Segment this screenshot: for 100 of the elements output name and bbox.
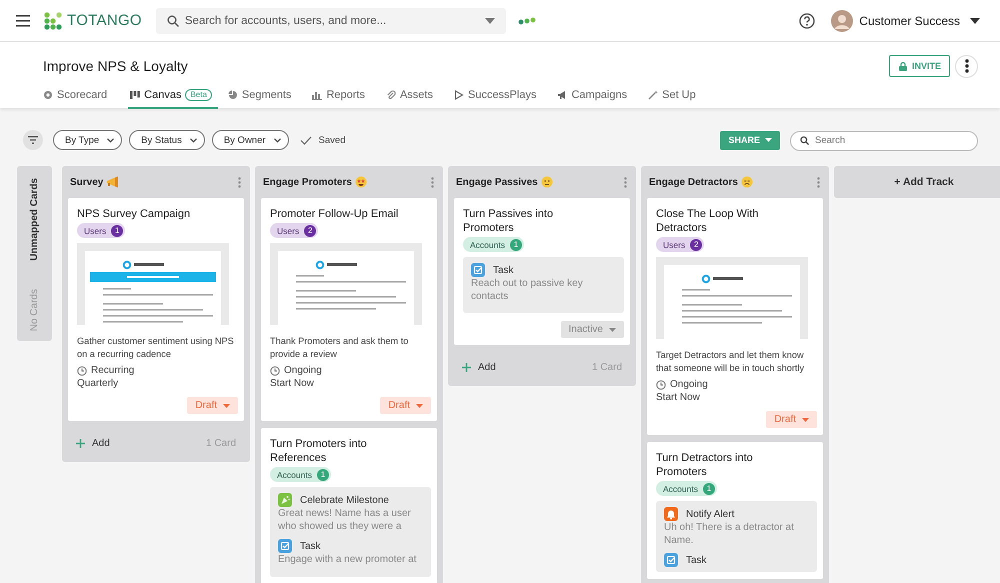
card[interactable]: Promoter Follow-Up Email Users 2 Thank Promoters and ask them to provide a review Ongoing Start Now Draft [261, 198, 437, 421]
schedule-label: Recurring [91, 365, 134, 376]
kebab-icon[interactable] [817, 176, 820, 188]
user-menu[interactable]: Customer Success [853, 14, 980, 28]
checkbox-icon [664, 553, 678, 567]
search-icon [166, 14, 179, 26]
checkbox-icon [278, 539, 292, 553]
count-badge: 1 [111, 224, 124, 236]
frowning-face-icon [740, 176, 753, 188]
add-button[interactable]: Add [462, 362, 496, 372]
track-title: Engage Promoters [263, 176, 352, 188]
step-text: Great news! Name has a user who showed us they were a [278, 508, 412, 533]
tab[interactable]: SuccessPlays [454, 89, 548, 109]
party-popper-icon [278, 493, 292, 507]
track-title: Survey [70, 176, 104, 188]
paperclip-icon [386, 90, 396, 100]
card-title: NPS Survey Campaign [77, 207, 192, 221]
card[interactable]: Close The Loop With Detractors Users 2 Target Detractors and let them know that someone will be in touch shortly Ongoing Start Now Draft [647, 198, 823, 435]
star-eyes-face-icon [354, 176, 367, 188]
card-title: Close The Loop With Detractors [656, 207, 760, 235]
card[interactable]: Turn Detractors into Promoters Accounts 1 Notify Alert Uh oh! There is a detractor at Name. Task [647, 442, 823, 579]
caret-icon [765, 138, 772, 142]
panel-title: Unmapped Cards [29, 178, 40, 261]
avatar-icon[interactable] [831, 10, 854, 32]
saved-status: Saved [318, 134, 346, 146]
timing-label: Start Now [656, 392, 701, 403]
count-badge: 1 [316, 468, 329, 480]
step-title: Task [300, 540, 321, 552]
lock-icon [898, 62, 907, 70]
audience-badge: Users 2 [270, 223, 318, 238]
neutral-face-icon [540, 176, 553, 188]
caret-icon [416, 404, 423, 408]
timing-label: Quarterly [77, 378, 120, 389]
filter-button[interactable] [23, 130, 43, 150]
count-badge: 1 [510, 238, 522, 250]
tab[interactable]: Segments [228, 89, 302, 109]
columns-icon [130, 90, 140, 100]
empty-label: No Cards [29, 288, 40, 332]
card[interactable]: NPS Survey Campaign Users 1 Gather customer sentiment using NPS on a recurring cadence Recurring Quarterly Draft [68, 198, 244, 421]
card-description: Thank Promoters and ask them to provide a review [270, 335, 410, 361]
search-icon [800, 136, 809, 145]
count-badge: 2 [690, 238, 702, 250]
tab[interactable]: Set Up [648, 89, 707, 109]
schedule-label: Ongoing [670, 379, 708, 390]
play-icon [454, 90, 464, 100]
add-track-button[interactable]: + Add Track [834, 166, 1000, 198]
plus-icon [76, 438, 85, 448]
filter-dropdown[interactable]: By Status [129, 130, 205, 150]
caret-icon [970, 18, 980, 24]
filter-dropdown[interactable]: By Owner [212, 130, 289, 150]
audience-badge: Accounts 1 [270, 467, 331, 482]
tab[interactable]: Campaigns [557, 89, 638, 109]
card-title: Promoter Follow-Up Email [270, 207, 400, 221]
card[interactable]: Turn Passives into Promoters Accounts 1 Task Reach out to passive key contacts Inactive [454, 198, 630, 345]
card[interactable]: Turn Promoters into References Accounts 1 Celebrate Milestone Great news! Name has a user who showed us they were a Task Engage with a new promoter at [261, 428, 437, 583]
kebab-icon[interactable] [431, 176, 434, 188]
count-badge: 1 [702, 482, 715, 494]
step-text: Reach out to passive key contacts [471, 278, 584, 303]
megaphone-icon [106, 176, 118, 188]
clock-icon [77, 366, 87, 376]
card-title: Turn Promoters into References [270, 437, 368, 465]
page-title: Improve NPS & Loyalty [43, 58, 188, 74]
kebab-icon[interactable] [624, 176, 627, 188]
clock-icon [270, 366, 280, 376]
menu-icon[interactable] [16, 14, 30, 26]
card-description: Target Detractors and let them know that someone will be in touch shortly [656, 349, 806, 375]
audience-badge: Accounts 1 [463, 237, 524, 252]
help-icon[interactable] [799, 12, 816, 28]
search-field[interactable]: Search for accounts, users, and more... [156, 8, 506, 34]
logo-icon [44, 12, 62, 30]
step-text: Uh oh! There is a detractor at Name. [664, 522, 795, 547]
track-title: Engage Detractors [649, 176, 738, 188]
search-field[interactable]: Search [790, 130, 978, 150]
clock-icon [656, 380, 666, 390]
kebab-icon[interactable] [238, 176, 241, 188]
step-title: Task [493, 264, 514, 276]
card-count: 1 Card [206, 438, 236, 448]
audience-badge: Users 2 [656, 237, 704, 252]
caret-icon [802, 418, 809, 422]
step-text: Engage with a new promoter at [278, 554, 418, 566]
schedule-label: Ongoing [284, 365, 322, 376]
megaphone-icon [557, 90, 568, 100]
more-button[interactable] [955, 54, 978, 78]
count-badge: 2 [304, 224, 316, 236]
brand-name: TOTANGO [67, 12, 142, 29]
card-title: Turn Passives into Promoters [463, 207, 554, 235]
chevron-icon [274, 138, 281, 142]
gauge-icon [43, 90, 53, 100]
filter-dropdown[interactable]: By Type [53, 130, 122, 150]
filter-icon [28, 136, 38, 144]
add-button[interactable]: Add [76, 438, 110, 448]
step-title: Celebrate Milestone [300, 494, 389, 506]
tab[interactable]: Scorecard [43, 89, 118, 109]
caret-icon [609, 328, 616, 332]
caret-icon [223, 404, 230, 408]
tab[interactable]: Assets [386, 89, 444, 109]
tab[interactable]: Reports [312, 89, 376, 109]
chevron-icon [190, 138, 197, 142]
step-title: Notify Alert [686, 508, 734, 520]
tab[interactable]: Canvas Beta [128, 89, 218, 109]
